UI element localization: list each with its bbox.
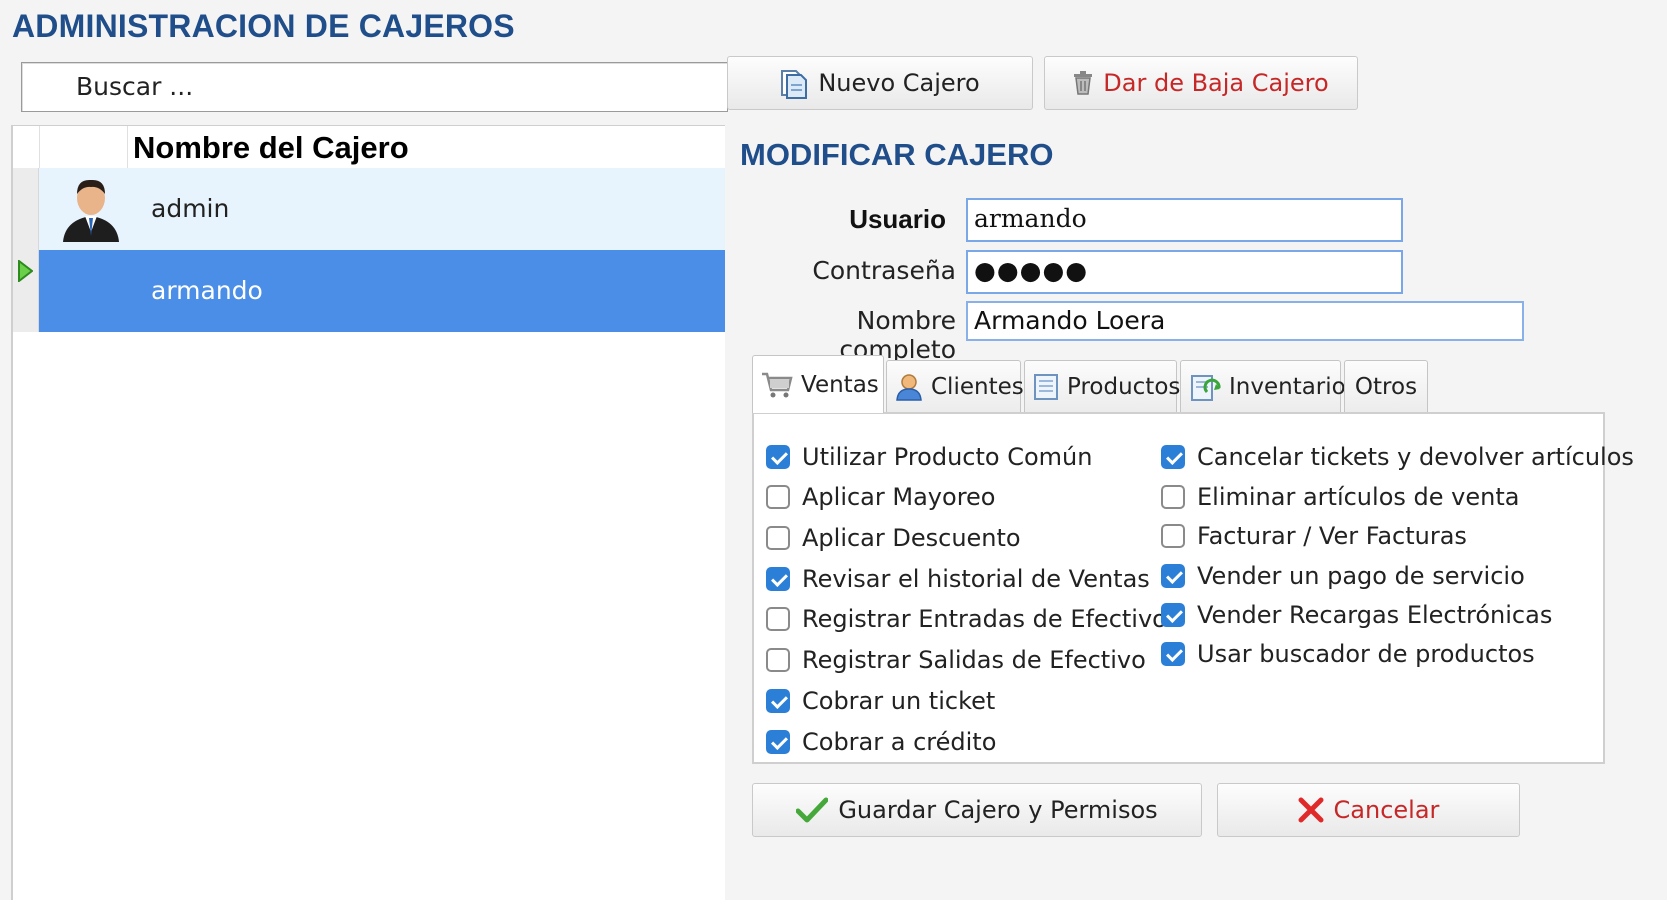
fullname-field[interactable]: Armando Loera bbox=[966, 301, 1524, 341]
page-title: ADMINISTRACION DE CAJEROS bbox=[12, 8, 515, 44]
column-header-name[interactable]: Nombre del Cajero bbox=[133, 130, 409, 166]
checkbox-icon[interactable] bbox=[1161, 524, 1185, 548]
permission-label: Registrar Salidas de Efectivo bbox=[802, 646, 1146, 674]
permission-checkbox[interactable]: Registrar Entradas de Efectivo bbox=[766, 605, 1167, 633]
delete-cashier-label: Dar de Baja Cajero bbox=[1103, 69, 1329, 97]
document-icon bbox=[1033, 373, 1059, 401]
checkbox-icon[interactable] bbox=[766, 689, 790, 713]
tab-ventas[interactable]: Ventas bbox=[752, 355, 884, 413]
checkbox-icon[interactable] bbox=[766, 730, 790, 754]
checkbox-icon[interactable] bbox=[1161, 445, 1185, 469]
permission-label: Facturar / Ver Facturas bbox=[1197, 522, 1467, 550]
checkbox-icon[interactable] bbox=[766, 607, 790, 631]
permission-label: Vender un pago de servicio bbox=[1197, 562, 1525, 590]
row-cell[interactable] bbox=[39, 250, 725, 332]
tab-label: Productos bbox=[1067, 373, 1181, 400]
permission-checkbox[interactable]: Eliminar artículos de venta bbox=[1161, 483, 1519, 511]
cancel-button[interactable]: Cancelar bbox=[1217, 783, 1520, 837]
tab-clientes[interactable]: Clientes bbox=[886, 360, 1024, 412]
grid-header: Nombre del Cajero bbox=[13, 126, 725, 169]
checkbox-icon[interactable] bbox=[766, 567, 790, 591]
save-label: Guardar Cajero y Permisos bbox=[838, 796, 1158, 824]
permission-checkbox[interactable]: Usar buscador de productos bbox=[1161, 640, 1535, 668]
checkbox-icon[interactable] bbox=[1161, 564, 1185, 588]
new-cashier-button[interactable]: Nuevo Cajero bbox=[727, 56, 1033, 110]
tab-otros[interactable]: Otros bbox=[1344, 360, 1428, 412]
cashier-name: armando bbox=[151, 276, 263, 305]
password-field[interactable]: ●●●●● bbox=[966, 250, 1403, 294]
permission-label: Aplicar Descuento bbox=[802, 524, 1021, 552]
permission-checkbox[interactable]: Cancelar tickets y devolver artículos bbox=[1161, 443, 1634, 471]
cart-icon bbox=[761, 371, 793, 399]
permission-checkbox[interactable]: Cobrar a crédito bbox=[766, 728, 996, 756]
cashier-grid: Nombre del Cajero admin armando bbox=[11, 125, 725, 900]
user-field[interactable]: armando bbox=[966, 198, 1403, 242]
permission-checkbox[interactable]: Vender un pago de servicio bbox=[1161, 562, 1525, 590]
cancel-label: Cancelar bbox=[1333, 796, 1440, 824]
search-input[interactable]: Buscar ... bbox=[21, 62, 728, 112]
current-row-arrow-icon bbox=[18, 260, 33, 282]
password-label: Contraseña bbox=[812, 256, 956, 285]
inventory-icon bbox=[1189, 372, 1221, 402]
user-avatar-icon bbox=[61, 176, 121, 242]
checkbox-icon[interactable] bbox=[766, 648, 790, 672]
row-cell[interactable] bbox=[39, 168, 725, 250]
permission-label: Cobrar un ticket bbox=[802, 687, 996, 715]
grid-header-image bbox=[39, 126, 128, 168]
permission-checkbox[interactable]: Facturar / Ver Facturas bbox=[1161, 522, 1467, 550]
new-document-icon bbox=[780, 67, 808, 99]
tab-productos[interactable]: Productos bbox=[1024, 360, 1181, 412]
grid-header-selector bbox=[13, 126, 40, 168]
checkbox-icon[interactable] bbox=[766, 526, 790, 550]
checkbox-icon[interactable] bbox=[1161, 642, 1185, 666]
delete-cashier-button[interactable]: Dar de Baja Cajero bbox=[1044, 56, 1358, 110]
permission-label: Vender Recargas Electrónicas bbox=[1197, 601, 1553, 629]
checkbox-icon[interactable] bbox=[1161, 603, 1185, 627]
row-selector[interactable] bbox=[13, 168, 39, 250]
checkmark-icon bbox=[796, 797, 829, 823]
new-cashier-label: Nuevo Cajero bbox=[818, 69, 980, 97]
checkbox-icon[interactable] bbox=[766, 445, 790, 469]
close-icon bbox=[1298, 797, 1324, 823]
permission-label: Cancelar tickets y devolver artículos bbox=[1197, 443, 1634, 471]
form-title: MODIFICAR CAJERO bbox=[740, 137, 1054, 172]
row-selector[interactable] bbox=[13, 250, 39, 332]
tab-inventario[interactable]: Inventario bbox=[1180, 360, 1346, 412]
permission-checkbox[interactable]: Aplicar Descuento bbox=[766, 524, 1021, 552]
user-icon bbox=[895, 373, 923, 401]
permission-label: Usar buscador de productos bbox=[1197, 640, 1535, 668]
permission-label: Eliminar artículos de venta bbox=[1197, 483, 1520, 511]
save-button[interactable]: Guardar Cajero y Permisos bbox=[752, 783, 1202, 837]
permission-label: Registrar Entradas de Efectivo bbox=[802, 605, 1167, 633]
tab-label: Clientes bbox=[931, 373, 1024, 400]
permission-label: Utilizar Producto Común bbox=[802, 443, 1093, 471]
permission-checkbox[interactable]: Utilizar Producto Común bbox=[766, 443, 1092, 471]
table-row[interactable]: admin bbox=[13, 168, 725, 250]
permission-checkbox[interactable]: Revisar el historial de Ventas bbox=[766, 565, 1150, 593]
tab-label: Inventario bbox=[1229, 373, 1346, 400]
permission-checkbox[interactable]: Vender Recargas Electrónicas bbox=[1161, 601, 1552, 629]
permission-checkbox[interactable]: Cobrar un ticket bbox=[766, 687, 995, 715]
table-row[interactable]: armando bbox=[13, 250, 725, 332]
checkbox-icon[interactable] bbox=[766, 485, 790, 509]
cashier-name: admin bbox=[151, 194, 230, 223]
permission-label: Revisar el historial de Ventas bbox=[802, 565, 1150, 593]
permission-checkbox[interactable]: Aplicar Mayoreo bbox=[766, 483, 995, 511]
user-label: Usuario bbox=[849, 204, 946, 234]
trash-icon bbox=[1073, 71, 1093, 95]
permission-label: Aplicar Mayoreo bbox=[802, 483, 996, 511]
tab-label: Otros bbox=[1354, 373, 1418, 400]
tab-label: Ventas bbox=[801, 371, 879, 398]
permission-label: Cobrar a crédito bbox=[802, 728, 997, 756]
permission-checkbox[interactable]: Registrar Salidas de Efectivo bbox=[766, 646, 1146, 674]
checkbox-icon[interactable] bbox=[1161, 485, 1185, 509]
